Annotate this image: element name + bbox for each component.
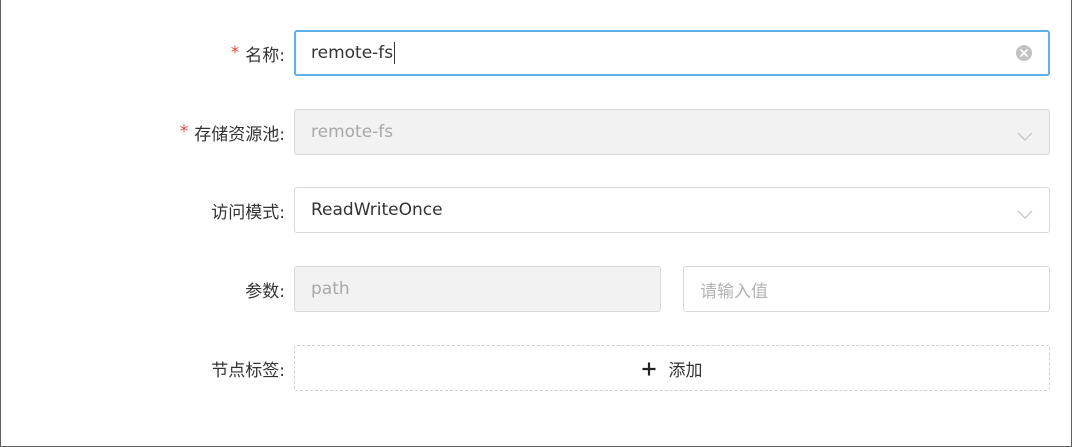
param-value-placeholder: 请输入值 bbox=[700, 281, 768, 302]
required-mark: * bbox=[179, 122, 189, 142]
storage-pool-select: remote-fs bbox=[294, 109, 1050, 155]
params-label: 参数: bbox=[245, 266, 285, 312]
chevron-down-icon bbox=[1017, 127, 1033, 141]
plus-icon bbox=[642, 361, 656, 376]
text-caret bbox=[394, 42, 396, 64]
add-label: 添加 bbox=[668, 360, 703, 381]
name-input[interactable]: remote-fs bbox=[294, 30, 1050, 76]
access-mode-label: 访问模式: bbox=[211, 187, 285, 233]
access-mode-select[interactable]: ReadWriteOnce bbox=[294, 187, 1050, 233]
param-value-input[interactable]: 请输入值 bbox=[683, 266, 1050, 312]
form-row-params: 参数: path 请输入值 bbox=[1, 266, 1072, 312]
chevron-down-icon bbox=[1017, 205, 1033, 219]
param-key-input: path bbox=[294, 266, 661, 312]
name-input-value: remote-fs bbox=[311, 43, 394, 63]
node-labels-label-text: 节点标签: bbox=[211, 360, 285, 381]
access-mode-label-text: 访问模式: bbox=[211, 202, 285, 223]
storage-pool-label-text: 存储资源池: bbox=[194, 124, 285, 145]
node-labels-label: 节点标签: bbox=[211, 345, 285, 391]
storage-pool-label: * 存储资源池: bbox=[180, 109, 285, 155]
required-mark: * bbox=[230, 43, 240, 63]
param-key-placeholder: path bbox=[311, 279, 350, 299]
form-row-access-mode: 访问模式: ReadWriteOnce bbox=[1, 187, 1072, 233]
add-node-label-button[interactable]: 添加 bbox=[294, 345, 1050, 391]
form-row-storage-pool: * 存储资源池: remote-fs bbox=[1, 109, 1072, 155]
name-label-text: 名称: bbox=[245, 45, 285, 66]
params-label-text: 参数: bbox=[245, 281, 285, 302]
form-row-node-labels: 节点标签: 添加 bbox=[1, 345, 1072, 391]
clear-circle-icon[interactable] bbox=[1016, 45, 1032, 61]
name-label: * 名称: bbox=[231, 30, 285, 76]
form-panel: * 名称: remote-fs * 存储资源池: remote-fs 访问模式:… bbox=[0, 0, 1072, 447]
form-row-name: * 名称: remote-fs bbox=[1, 30, 1072, 76]
storage-pool-value: remote-fs bbox=[311, 122, 394, 142]
access-mode-value: ReadWriteOnce bbox=[311, 200, 443, 220]
